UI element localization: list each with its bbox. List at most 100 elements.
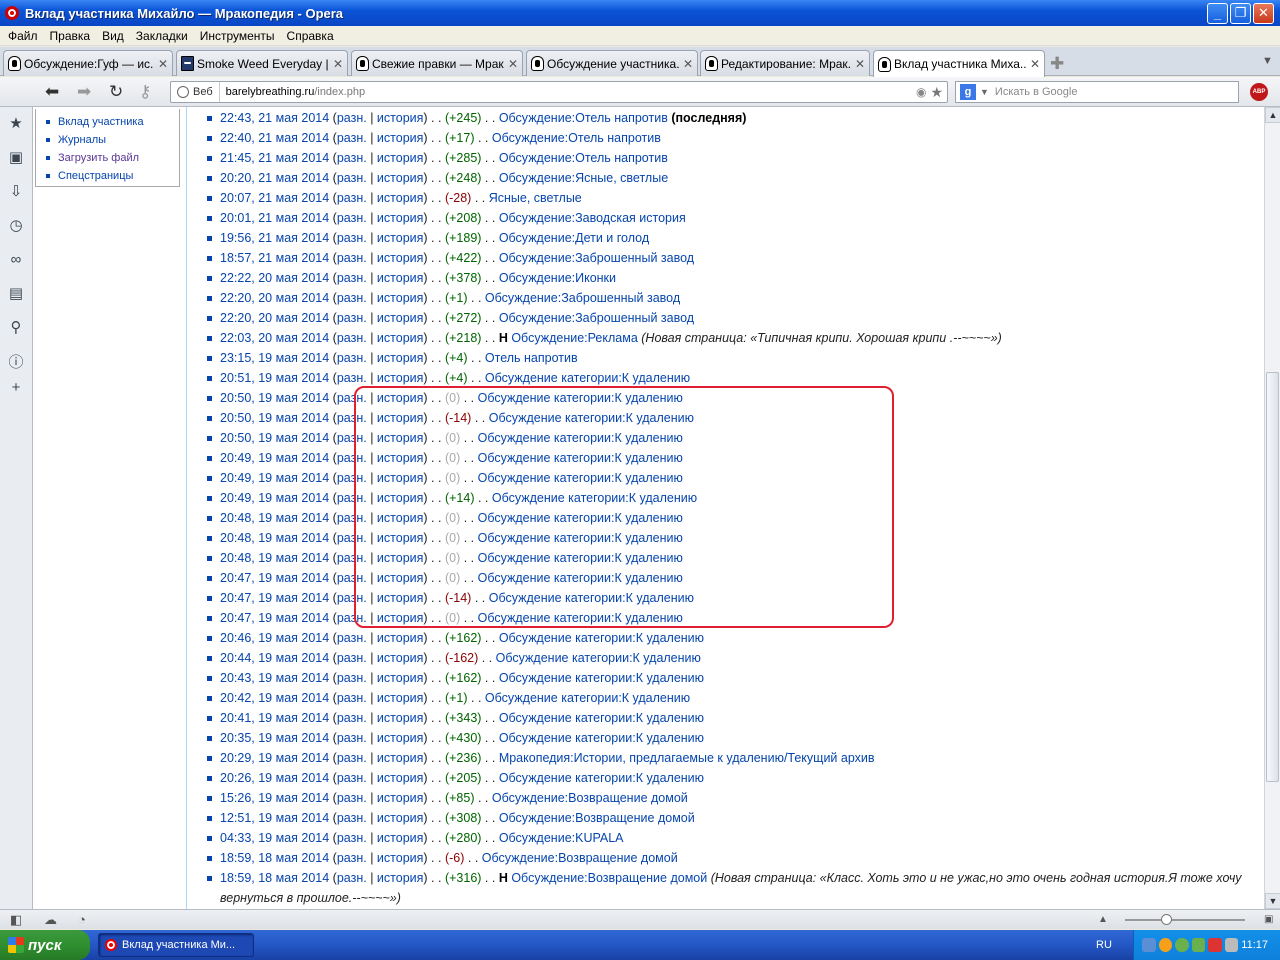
downloads-icon[interactable]: ⇩ — [8, 183, 24, 200]
sidebar-item-special-pages[interactable]: Спецстраницы — [46, 167, 179, 185]
diff-link[interactable]: разн. — [337, 771, 367, 785]
language-indicator[interactable]: RU — [1096, 939, 1112, 951]
contribution-time-link[interactable]: 20:44, 19 мая 2014 — [220, 651, 329, 665]
page-link[interactable]: Обсуждение категории:К удалению — [478, 611, 683, 625]
page-link[interactable]: Обсуждение:Отель напротив — [492, 131, 661, 145]
history-link[interactable]: история — [377, 151, 423, 165]
contribution-time-link[interactable]: 20:49, 19 мая 2014 — [220, 491, 329, 505]
history-link[interactable]: история — [377, 131, 423, 145]
maximize-button[interactable]: ❐ — [1230, 2, 1251, 24]
diff-link[interactable]: разн. — [337, 111, 367, 125]
contribution-time-link[interactable]: 20:48, 19 мая 2014 — [220, 551, 329, 565]
contribution-time-link[interactable]: 20:46, 19 мая 2014 — [220, 631, 329, 645]
menu-view[interactable]: Вид — [96, 29, 130, 43]
page-link[interactable]: Обсуждение:Реклама — [511, 331, 637, 345]
tray-alert-icon[interactable] — [1208, 938, 1222, 952]
forward-icon[interactable]: ➡ — [77, 82, 91, 102]
history-link[interactable]: история — [377, 711, 423, 725]
page-link[interactable]: Обсуждение категории:К удалению — [499, 711, 704, 725]
page-link[interactable]: Обсуждение категории:К удалению — [478, 571, 683, 585]
history-link[interactable]: история — [377, 791, 423, 805]
history-link[interactable]: история — [377, 211, 423, 225]
vertical-scrollbar[interactable]: ▲ ▼ — [1264, 107, 1280, 909]
info-icon[interactable]: ⓘ — [8, 353, 24, 371]
page-link[interactable]: Обсуждение категории:К удалению — [478, 511, 683, 525]
contribution-time-link[interactable]: 18:59, 18 мая 2014 — [220, 851, 329, 865]
history-link[interactable]: история — [377, 671, 423, 685]
page-link[interactable]: Ясные, светлые — [489, 191, 582, 205]
back-icon[interactable]: ⬅ — [45, 82, 59, 102]
sidebar-item-upload[interactable]: Загрузить файл — [46, 149, 179, 167]
history-link[interactable]: история — [377, 771, 423, 785]
history-link[interactable]: история — [377, 751, 423, 765]
contribution-time-link[interactable]: 20:41, 19 мая 2014 — [220, 711, 329, 725]
diff-link[interactable]: разн. — [337, 431, 367, 445]
history-link[interactable]: история — [377, 171, 423, 185]
contribution-time-link[interactable]: 18:57, 21 мая 2014 — [220, 251, 329, 265]
history-link[interactable]: история — [377, 491, 423, 505]
diff-link[interactable]: разн. — [337, 391, 367, 405]
diff-link[interactable]: разн. — [337, 371, 367, 385]
contribution-time-link[interactable]: 15:26, 19 мая 2014 — [220, 791, 329, 805]
diff-link[interactable]: разн. — [337, 791, 367, 805]
page-link[interactable]: Обсуждение категории:К удалению — [499, 731, 704, 745]
diff-link[interactable]: разн. — [337, 491, 367, 505]
diff-link[interactable]: разн. — [337, 611, 367, 625]
diff-link[interactable]: разн. — [337, 831, 367, 845]
contribution-time-link[interactable]: 20:50, 19 мая 2014 — [220, 431, 329, 445]
diff-link[interactable]: разн. — [337, 151, 367, 165]
page-link[interactable]: Обсуждение категории:К удалению — [478, 531, 683, 545]
history-link[interactable]: история — [377, 251, 423, 265]
history-link[interactable]: история — [377, 111, 423, 125]
history-link[interactable]: история — [377, 851, 423, 865]
contribution-time-link[interactable]: 20:50, 19 мая 2014 — [220, 391, 329, 405]
scroll-down-icon[interactable]: ▼ — [1265, 893, 1280, 909]
diff-link[interactable]: разн. — [337, 811, 367, 825]
diff-link[interactable]: разн. — [337, 271, 367, 285]
volume-icon[interactable] — [1224, 938, 1239, 952]
history-link[interactable]: история — [377, 731, 423, 745]
history-link[interactable]: история — [377, 831, 423, 845]
contribution-time-link[interactable]: 20:29, 19 мая 2014 — [220, 751, 329, 765]
history-link[interactable]: история — [377, 271, 423, 285]
contribution-time-link[interactable]: 20:47, 19 мая 2014 — [220, 611, 329, 625]
page-link[interactable]: Обсуждение:Возвращение домой — [499, 811, 695, 825]
new-tab-icon[interactable]: ✚ — [1050, 54, 1064, 74]
page-link[interactable]: Обсуждение категории:К удалению — [499, 671, 704, 685]
page-link[interactable]: Обсуждение категории:К удалению — [499, 771, 704, 785]
tab-menu-chevron-icon[interactable]: ▼ — [1262, 55, 1273, 67]
history-clock-icon[interactable]: ◷ — [8, 217, 24, 234]
notes-icon[interactable]: ▣ — [8, 149, 24, 166]
contribution-time-link[interactable]: 20:47, 19 мая 2014 — [220, 571, 329, 585]
page-link[interactable]: Обсуждение категории:К удалению — [478, 551, 683, 565]
history-link[interactable]: история — [377, 231, 423, 245]
tab-5[interactable]: Редактирование: Мрак... ✕ — [700, 50, 870, 76]
reload-icon[interactable]: ↻ — [109, 82, 123, 102]
contribution-time-link[interactable]: 20:48, 19 мая 2014 — [220, 531, 329, 545]
web-badge[interactable]: Веб — [171, 82, 220, 102]
scroll-thumb[interactable] — [1266, 372, 1279, 782]
diff-link[interactable]: разн. — [337, 251, 367, 265]
contribution-time-link[interactable]: 20:51, 19 мая 2014 — [220, 371, 329, 385]
contribution-time-link[interactable]: 22:20, 20 мая 2014 — [220, 291, 329, 305]
taskbar-item-opera[interactable]: Вклад участника Ми... — [98, 933, 254, 957]
tab-close-icon[interactable]: ✕ — [855, 57, 865, 71]
page-link[interactable]: Обсуждение категории:К удалению — [478, 451, 683, 465]
history-link[interactable]: история — [377, 651, 423, 665]
history-link[interactable]: история — [377, 371, 423, 385]
menu-help[interactable]: Справка — [281, 29, 340, 43]
history-link[interactable]: история — [377, 191, 423, 205]
start-button[interactable]: пуск — [0, 930, 90, 960]
contribution-time-link[interactable]: 20:50, 19 мая 2014 — [220, 411, 329, 425]
sidebar-item-logs[interactable]: Журналы — [46, 131, 179, 149]
page-link[interactable]: Обсуждение:Ясные, светлые — [499, 171, 668, 185]
history-link[interactable]: история — [377, 471, 423, 485]
speed-dial-icon[interactable]: ◔ — [78, 912, 86, 927]
tab-4[interactable]: Обсуждение участника... ✕ — [526, 50, 698, 76]
url-text[interactable]: barelybreathing.ru/index.php — [220, 86, 365, 98]
diff-link[interactable]: разн. — [337, 171, 367, 185]
key-icon[interactable]: ⚷ — [139, 82, 151, 102]
history-link[interactable]: история — [377, 331, 423, 345]
page-link[interactable]: Обсуждение категории:К удалению — [485, 691, 690, 705]
contribution-time-link[interactable]: 04:33, 19 мая 2014 — [220, 831, 329, 845]
